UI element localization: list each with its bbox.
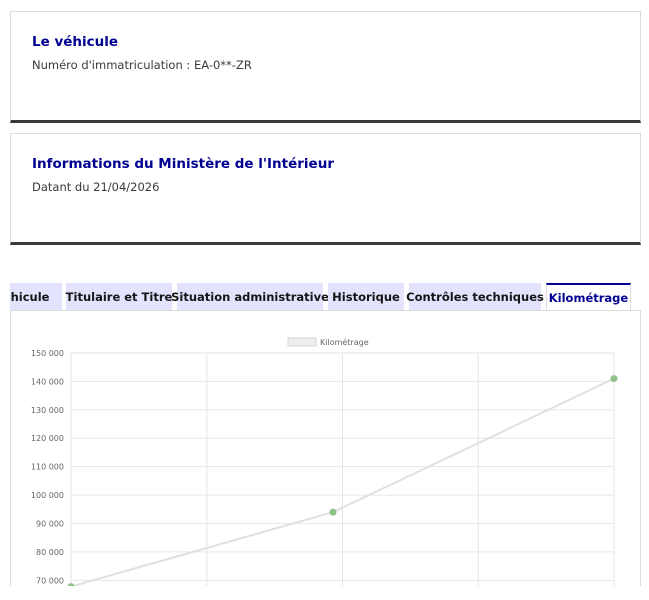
- tab-historique[interactable]: Historique: [328, 283, 404, 310]
- y-tick-label: 140 000: [31, 377, 64, 386]
- vehicle-card-title: Le véhicule: [32, 34, 119, 50]
- tab-controles-techniques[interactable]: Contrôles techniques: [406, 283, 544, 310]
- data-point[interactable]: [329, 508, 337, 516]
- y-tick-label: 80 000: [36, 548, 64, 557]
- legend-swatch: [287, 337, 317, 347]
- mileage-panel: Kilométrage 70 000 80 000 90 000 100 000 110…: [10, 310, 641, 586]
- y-tick-label: 130 000: [31, 406, 64, 415]
- tab-kilometrage[interactable]: Kilométrage: [546, 283, 631, 311]
- registration-number: Numéro d'immatriculation : EA-0**-ZR: [32, 58, 252, 72]
- y-tick-label: 120 000: [31, 434, 64, 443]
- y-tick-label: 90 000: [36, 519, 64, 528]
- interior-card-title: Informations du Ministère de l'Intérieur: [32, 156, 334, 172]
- data-date: Datant du 21/04/2026: [32, 180, 160, 194]
- tab-bar: Véhicule Titulaire et Titre Situation ad…: [10, 283, 641, 311]
- interior-ministry-card: Informations du Ministère de l'Intérieur…: [10, 133, 641, 245]
- chart-legend: Kilométrage: [287, 337, 369, 347]
- mileage-chart: Kilométrage 70 000 80 000 90 000 100 000 110…: [31, 337, 618, 586]
- tab-titulaire-et-titre[interactable]: Titulaire et Titre: [66, 283, 172, 310]
- legend-label: Kilométrage: [320, 337, 369, 347]
- chart-grid: [70, 352, 615, 586]
- data-point[interactable]: [610, 375, 618, 383]
- y-tick-label: 150 000: [31, 349, 64, 358]
- vehicle-card: Le véhicule Numéro d'immatriculation : E…: [10, 11, 641, 123]
- y-tick-label: 70 000: [36, 576, 64, 585]
- tab-vehicule[interactable]: Véhicule: [10, 283, 62, 310]
- tab-situation-administrative[interactable]: Situation administrative: [171, 283, 329, 310]
- data-point[interactable]: [67, 583, 75, 586]
- y-axis-ticks: 70 000 80 000 90 000 100 000 110 000 120 000 1…: [31, 349, 64, 585]
- y-tick-label: 110 000: [31, 463, 64, 472]
- y-tick-label: 100 000: [31, 491, 64, 500]
